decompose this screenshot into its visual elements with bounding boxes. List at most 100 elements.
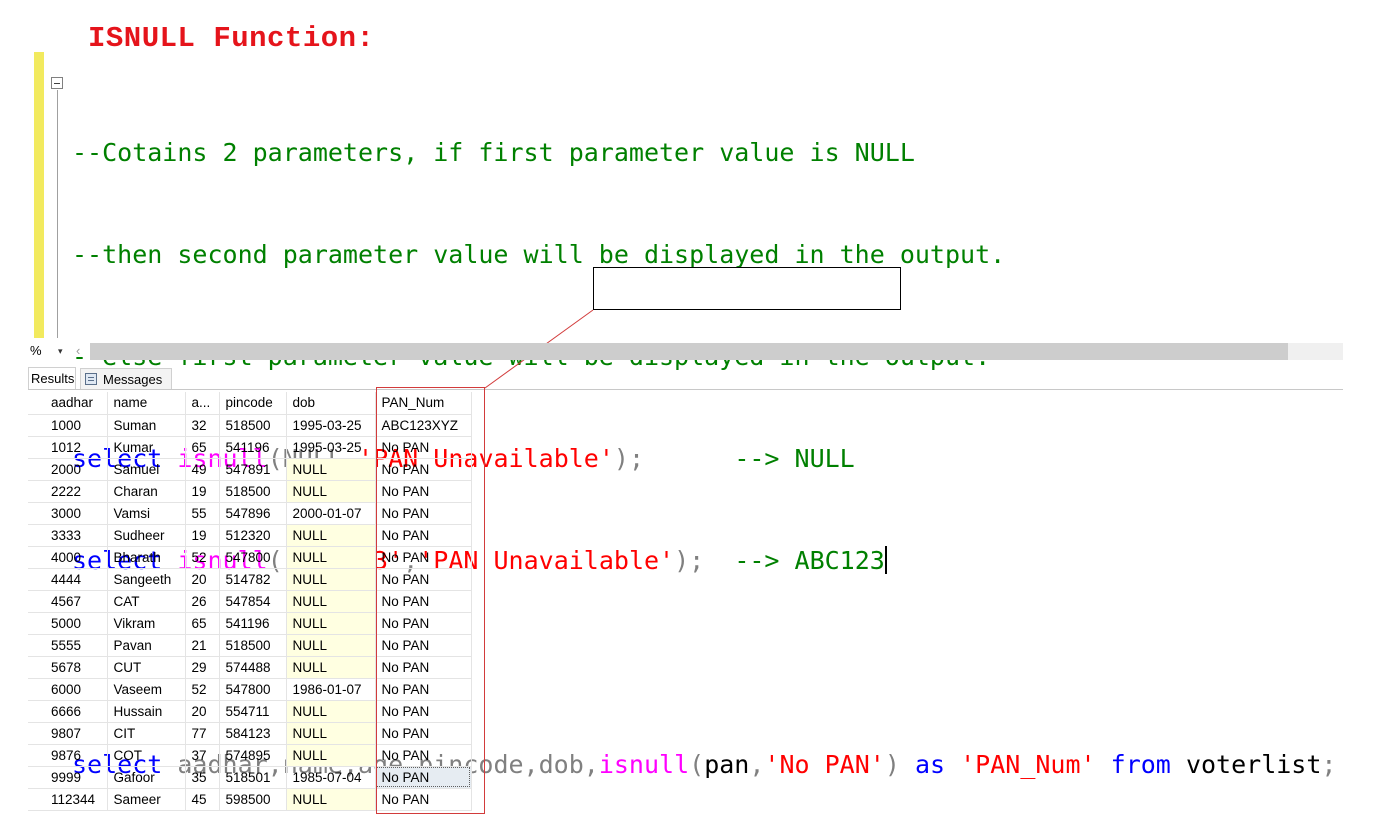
table-cell[interactable]: No PAN <box>375 744 472 767</box>
table-cell[interactable]: CUT <box>107 656 186 679</box>
table-cell[interactable]: Pavan <box>107 634 186 657</box>
table-cell[interactable]: 6666 <box>45 700 108 723</box>
column-header[interactable]: aadhar <box>45 392 108 415</box>
table-cell[interactable]: Bharath <box>107 546 186 569</box>
table-cell[interactable]: 547800 <box>219 678 287 701</box>
column-header[interactable]: pincode <box>219 392 287 415</box>
table-cell[interactable]: 547896 <box>219 502 287 525</box>
table-cell[interactable]: Kumar <box>107 436 186 459</box>
table-row[interactable]: 3000 Vamsi 55 547896 2000-01-07 No PAN <box>28 502 472 525</box>
row-header[interactable] <box>28 700 45 723</box>
row-header[interactable] <box>28 656 45 679</box>
table-row[interactable]: 3333 Sudheer 19 512320 NULL No PAN <box>28 524 472 547</box>
table-cell[interactable]: 4000 <box>45 546 108 569</box>
table-cell[interactable]: Hussain <box>107 700 186 723</box>
row-header[interactable] <box>28 524 45 547</box>
table-cell[interactable]: Suman <box>107 414 186 437</box>
table-cell[interactable]: No PAN <box>375 590 472 613</box>
column-header[interactable]: name <box>107 392 186 415</box>
table-cell[interactable]: NULL <box>286 546 376 569</box>
table-cell[interactable]: No PAN <box>375 766 472 789</box>
table-cell[interactable]: No PAN <box>375 524 472 547</box>
column-header[interactable]: a... <box>185 392 220 415</box>
table-cell[interactable]: 5000 <box>45 612 108 635</box>
table-cell[interactable]: No PAN <box>375 612 472 635</box>
table-cell[interactable]: 1000 <box>45 414 108 437</box>
table-row[interactable]: 4567 CAT 26 547854 NULL No PAN <box>28 590 472 613</box>
table-cell[interactable]: 598500 <box>219 788 287 811</box>
table-cell[interactable]: Vamsi <box>107 502 186 525</box>
table-cell[interactable]: Samuel <box>107 458 186 481</box>
table-cell[interactable]: 52 <box>185 546 220 569</box>
table-cell[interactable]: Vikram <box>107 612 186 635</box>
table-cell[interactable]: 574488 <box>219 656 287 679</box>
table-cell[interactable]: 518500 <box>219 414 287 437</box>
table-row[interactable]: 9876 COT 37 574895 NULL No PAN <box>28 744 472 767</box>
table-cell[interactable]: 1012 <box>45 436 108 459</box>
table-cell[interactable]: 9999 <box>45 766 108 789</box>
table-cell[interactable]: 45 <box>185 788 220 811</box>
table-cell[interactable]: NULL <box>286 524 376 547</box>
table-cell[interactable]: 4567 <box>45 590 108 613</box>
table-cell[interactable]: No PAN <box>375 546 472 569</box>
table-cell[interactable]: 518500 <box>219 480 287 503</box>
table-cell[interactable]: NULL <box>286 480 376 503</box>
results-grid[interactable]: aadhar name a... pincode dob PAN_Num 100… <box>28 392 472 811</box>
table-cell[interactable]: No PAN <box>375 656 472 679</box>
table-cell[interactable]: Sudheer <box>107 524 186 547</box>
table-cell[interactable]: 52 <box>185 678 220 701</box>
table-cell[interactable]: 554711 <box>219 700 287 723</box>
table-cell[interactable]: NULL <box>286 590 376 613</box>
table-cell[interactable]: 541196 <box>219 436 287 459</box>
scroll-left-icon[interactable]: ‹ <box>76 341 80 361</box>
table-cell[interactable]: No PAN <box>375 568 472 591</box>
tab-messages[interactable]: Messages <box>80 368 172 390</box>
row-header[interactable] <box>28 546 45 569</box>
table-row[interactable]: 5678 CUT 29 574488 NULL No PAN <box>28 656 472 679</box>
table-cell[interactable]: NULL <box>286 700 376 723</box>
table-cell[interactable]: 584123 <box>219 722 287 745</box>
column-header[interactable]: dob <box>286 392 376 415</box>
table-cell[interactable]: 518500 <box>219 634 287 657</box>
table-cell[interactable]: 547854 <box>219 590 287 613</box>
table-row[interactable]: 1000 Suman 32 518500 1995-03-25 ABC123XYZ <box>28 414 472 437</box>
table-cell[interactable]: 65 <box>185 436 220 459</box>
table-cell[interactable]: 29 <box>185 656 220 679</box>
table-row[interactable]: 6000 Vaseem 52 547800 1986-01-07 No PAN <box>28 678 472 701</box>
table-cell[interactable]: No PAN <box>375 458 472 481</box>
row-header[interactable] <box>28 744 45 767</box>
table-cell[interactable]: 2000-01-07 <box>286 502 376 525</box>
table-cell[interactable]: 55 <box>185 502 220 525</box>
table-cell[interactable]: Vaseem <box>107 678 186 701</box>
table-cell[interactable]: 19 <box>185 524 220 547</box>
table-cell[interactable]: No PAN <box>375 436 472 459</box>
zoom-dropdown-icon[interactable]: ▾ <box>58 341 63 361</box>
table-cell[interactable]: 5555 <box>45 634 108 657</box>
row-header[interactable] <box>28 480 45 503</box>
table-cell[interactable]: No PAN <box>375 634 472 657</box>
table-cell[interactable]: No PAN <box>375 480 472 503</box>
table-cell[interactable]: 26 <box>185 590 220 613</box>
table-cell[interactable]: 541196 <box>219 612 287 635</box>
table-cell[interactable]: 5678 <box>45 656 108 679</box>
column-header[interactable]: PAN_Num <box>375 392 472 415</box>
table-cell[interactable]: No PAN <box>375 788 472 811</box>
table-row[interactable]: 5555 Pavan 21 518500 NULL No PAN <box>28 634 472 657</box>
table-cell[interactable]: 6000 <box>45 678 108 701</box>
table-row[interactable]: 9807 CIT 77 584123 NULL No PAN <box>28 722 472 745</box>
row-header[interactable] <box>28 436 45 459</box>
table-cell[interactable]: 547800 <box>219 546 287 569</box>
table-row[interactable]: 2222 Charan 19 518500 NULL No PAN <box>28 480 472 503</box>
row-header[interactable] <box>28 634 45 657</box>
table-row[interactable]: 1012 Kumar 65 541196 1995-03-25 No PAN <box>28 436 472 459</box>
horizontal-scrollbar-track[interactable] <box>1288 343 1343 360</box>
row-header[interactable] <box>28 612 45 635</box>
row-header[interactable] <box>28 502 45 525</box>
table-cell[interactable]: 9807 <box>45 722 108 745</box>
table-cell[interactable]: NULL <box>286 568 376 591</box>
table-cell[interactable]: Gafoor <box>107 766 186 789</box>
table-cell[interactable]: No PAN <box>375 722 472 745</box>
table-cell[interactable]: No PAN <box>375 502 472 525</box>
table-cell[interactable]: No PAN <box>375 678 472 701</box>
row-header[interactable] <box>28 678 45 701</box>
